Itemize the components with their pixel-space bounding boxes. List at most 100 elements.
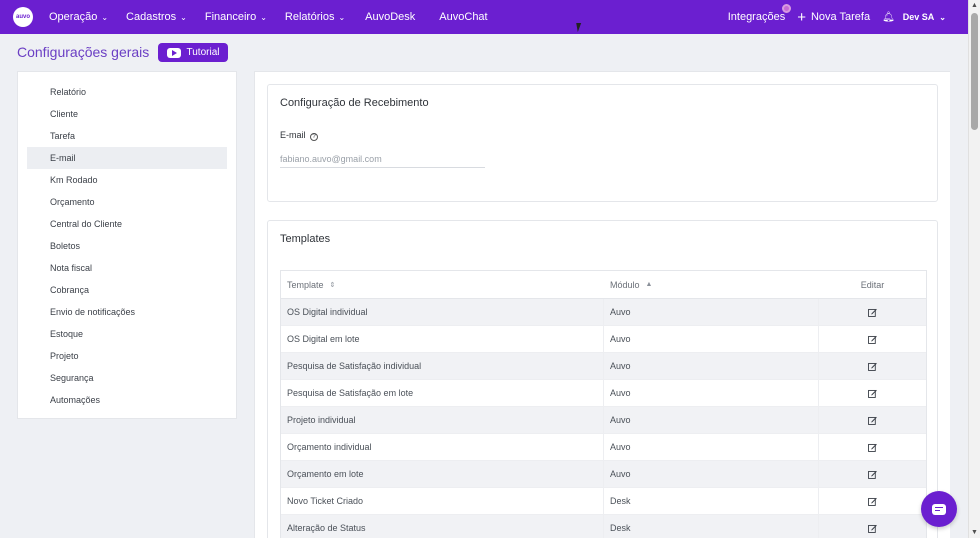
main-panel: Configuração de Recebimento E-mail ? Tem…	[254, 71, 950, 538]
edit-icon[interactable]	[868, 524, 877, 533]
table-row: OS Digital individual Auvo	[281, 299, 926, 326]
nav-right: Integrações + Nova Tarefa 🔔︎ Dev SA ⌄	[728, 0, 946, 34]
template-name-cell: Novo Ticket Criado	[281, 488, 604, 514]
chevron-down-icon: ⌄	[939, 13, 946, 22]
notification-dot	[782, 4, 792, 13]
template-name-cell: Alteração de Status	[281, 515, 604, 538]
sidebar-item-nota-fiscal[interactable]: Nota fiscal	[27, 257, 227, 279]
nav-label: Relatórios	[284, 11, 335, 23]
edit-icon[interactable]	[868, 362, 877, 371]
column-label: Editar	[860, 279, 885, 290]
tutorial-button[interactable]: Tutorial	[158, 43, 228, 62]
integracoes-label: Integrações	[727, 11, 786, 23]
user-menu[interactable]: Dev SA ⌄	[903, 12, 946, 22]
column-header-modulo[interactable]: Módulo ▲	[604, 271, 819, 298]
scroll-up-arrow-icon[interactable]: ▲	[971, 2, 978, 9]
templates-card: Templates Template ⇕ Módulo ▲ Editar OS Di…	[267, 220, 938, 538]
edit-cell	[819, 488, 926, 514]
edit-cell	[819, 515, 926, 538]
nova-tarefa-button[interactable]: + Nova Tarefa	[797, 10, 870, 25]
email-label: E-mail ?	[280, 130, 319, 141]
template-name-cell: Orçamento em lote	[281, 461, 604, 487]
nav-label: Cadastros	[126, 11, 177, 23]
template-name-cell: Pesquisa de Satisfação em lote	[281, 380, 604, 406]
table-row: Orçamento em lote Auvo	[281, 461, 926, 488]
settings-sidebar: Relatório Cliente Tarefa E-mail Km Rodad…	[17, 71, 237, 419]
recebimento-card: Configuração de Recebimento E-mail ?	[267, 84, 938, 202]
column-label: Módulo	[610, 279, 640, 290]
help-icon[interactable]: ?	[310, 133, 319, 141]
table-row: OS Digital em lote Auvo	[281, 326, 926, 353]
edit-icon[interactable]	[868, 389, 877, 398]
page-title: Configurações gerais	[17, 44, 150, 60]
auvo-logo[interactable]: auvo	[13, 7, 33, 27]
edit-cell	[819, 380, 926, 406]
sidebar-item-projeto[interactable]: Projeto	[27, 345, 227, 367]
sidebar-item-seguranca[interactable]: Segurança	[27, 367, 227, 389]
edit-icon[interactable]	[868, 470, 877, 479]
sidebar-item-km-rodado[interactable]: Km Rodado	[27, 169, 227, 191]
sidebar-item-boletos[interactable]: Boletos	[27, 235, 227, 257]
modulo-cell: Auvo	[604, 434, 819, 460]
sidebar-item-central-cliente[interactable]: Central do Cliente	[27, 213, 227, 235]
table-row: Alteração de Status Desk	[281, 515, 926, 538]
table-header: Template ⇕ Módulo ▲ Editar	[281, 271, 926, 299]
sort-icon[interactable]: ⇕	[330, 281, 336, 289]
nav-cadastros[interactable]: Cadastros ⌄	[126, 11, 187, 23]
chevron-down-icon: ⌄	[260, 12, 267, 22]
sidebar-item-envio-notificacoes[interactable]: Envio de notificações	[27, 301, 227, 323]
bell-icon[interactable]: 🔔︎	[882, 12, 895, 23]
edit-icon[interactable]	[868, 308, 877, 317]
sidebar-item-orcamento[interactable]: Orçamento	[27, 191, 227, 213]
modulo-cell: Desk	[604, 515, 819, 538]
nav-relatorios[interactable]: Relatórios ⌄	[285, 11, 345, 23]
column-header-template[interactable]: Template ⇕	[281, 271, 604, 298]
user-name: Dev SA	[902, 12, 935, 22]
sidebar-item-estoque[interactable]: Estoque	[27, 323, 227, 345]
nav-auvochat[interactable]: AuvoChat	[439, 11, 487, 23]
tutorial-label: Tutorial	[186, 47, 220, 58]
sidebar-item-automacoes[interactable]: Automações	[27, 389, 227, 411]
nav-label: Financeiro	[204, 11, 257, 23]
sidebar-item-relatorio[interactable]: Relatório	[27, 81, 227, 103]
edit-cell	[819, 461, 926, 487]
scroll-down-arrow-icon[interactable]: ▼	[971, 529, 978, 536]
chat-button[interactable]	[921, 491, 957, 527]
chevron-down-icon: ⌄	[180, 12, 187, 22]
template-name-cell: Pesquisa de Satisfação individual	[281, 353, 604, 379]
edit-icon[interactable]	[868, 443, 877, 452]
sidebar-item-cliente[interactable]: Cliente	[27, 103, 227, 125]
page-scrollbar[interactable]: ▲ ▼	[968, 0, 980, 538]
edit-icon[interactable]	[868, 335, 877, 344]
email-label-text: E-mail	[280, 130, 306, 140]
youtube-icon	[166, 47, 181, 58]
nova-tarefa-label: Nova Tarefa	[810, 11, 871, 23]
nav-operacao[interactable]: Operação ⌄	[49, 11, 108, 23]
template-name-cell: Projeto individual	[281, 407, 604, 433]
sidebar-item-email[interactable]: E-mail	[27, 147, 227, 169]
modulo-cell: Desk	[604, 488, 819, 514]
edit-icon[interactable]	[868, 497, 877, 506]
recebimento-title: Configuração de Recebimento	[280, 97, 429, 109]
templates-title: Templates	[280, 233, 331, 245]
top-navbar: auvo Operação ⌄ Cadastros ⌄ Financeiro ⌄ Re…	[0, 0, 968, 34]
chevron-down-icon: ⌄	[101, 12, 109, 22]
table-row: Orçamento individual Auvo	[281, 434, 926, 461]
edit-cell	[819, 407, 926, 433]
table-body: OS Digital individual Auvo OS Digital em l…	[281, 299, 926, 538]
integracoes-link[interactable]: Integrações	[727, 4, 792, 23]
sidebar-item-tarefa[interactable]: Tarefa	[27, 125, 227, 147]
edit-icon[interactable]	[868, 416, 877, 425]
sidebar-item-cobranca[interactable]: Cobrança	[27, 279, 227, 301]
nav-label: AuvoChat	[439, 11, 488, 23]
scroll-thumb[interactable]	[971, 13, 978, 130]
email-field[interactable]	[280, 151, 485, 168]
nav-auvodesk[interactable]: AuvoDesk	[365, 11, 415, 23]
plus-icon: +	[797, 8, 806, 26]
sort-asc-icon[interactable]: ▲	[646, 281, 653, 288]
table-row: Projeto individual Auvo	[281, 407, 926, 434]
column-label: Template	[287, 279, 324, 290]
edit-cell	[819, 434, 926, 460]
nav-financeiro[interactable]: Financeiro ⌄	[205, 11, 267, 23]
edit-cell	[819, 353, 926, 379]
